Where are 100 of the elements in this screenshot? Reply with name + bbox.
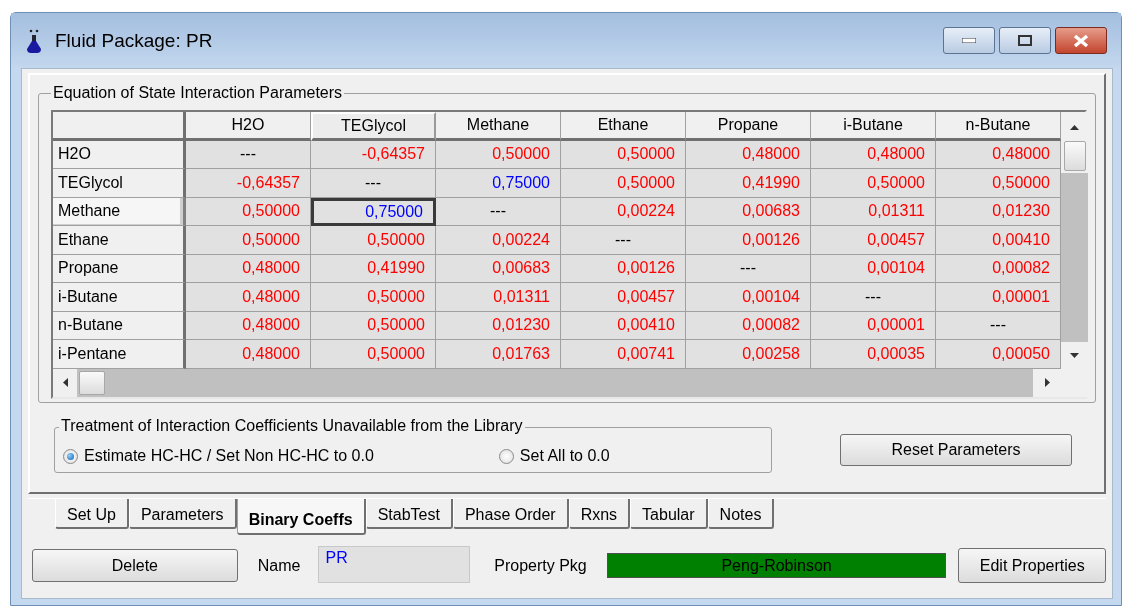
row-header[interactable]: TEGlycol — [53, 169, 186, 198]
scroll-up-icon[interactable] — [1069, 124, 1080, 131]
group-title: Treatment of Interaction Coefficients Unavailable from the Library — [59, 417, 525, 435]
table-cell[interactable]: 0,01230 — [436, 311, 561, 340]
table-cell[interactable]: 0,48000 — [186, 340, 311, 369]
row-header[interactable]: n-Butane — [53, 311, 186, 340]
column-header[interactable]: n-Butane — [936, 112, 1061, 141]
row-header[interactable]: Methane — [53, 197, 186, 226]
table-cell[interactable]: --- — [186, 140, 311, 169]
radio-label[interactable]: Estimate HC-HC / Set Non HC-HC to 0.0 — [84, 447, 374, 465]
table-cell[interactable]: 0,75000 — [311, 197, 436, 226]
table-cell[interactable]: 0,00104 — [686, 283, 811, 312]
scroll-left-icon[interactable] — [61, 377, 69, 388]
scrollbar-thumb[interactable] — [79, 370, 105, 395]
table-cell[interactable]: 0,50000 — [186, 197, 311, 226]
table-cell[interactable]: 0,01230 — [936, 197, 1061, 226]
table-cell[interactable]: --- — [561, 226, 686, 255]
tab[interactable]: StabTest — [365, 499, 453, 529]
column-header[interactable]: Propane — [686, 112, 811, 141]
row-header[interactable]: H2O — [53, 140, 186, 169]
maximize-button[interactable] — [999, 27, 1051, 54]
field-label: Name — [257, 556, 301, 575]
table-cell[interactable]: 0,00224 — [436, 226, 561, 255]
table-cell[interactable]: 0,00224 — [561, 197, 686, 226]
table-cell[interactable]: 0,00683 — [686, 197, 811, 226]
table-cell[interactable]: 0,50000 — [186, 226, 311, 255]
table-cell[interactable]: 0,75000 — [436, 169, 561, 198]
table-cell[interactable]: 0,00457 — [561, 283, 686, 312]
column-header[interactable]: TEGlycol — [311, 112, 436, 141]
table-cell[interactable]: 0,48000 — [936, 140, 1061, 169]
table-cell[interactable]: --- — [436, 197, 561, 226]
tab[interactable]: Rxns — [568, 499, 631, 529]
table-cell[interactable]: 0,48000 — [186, 254, 311, 283]
table-cell[interactable]: 0,00001 — [811, 311, 936, 340]
reset-parameters-button[interactable]: Reset Parameters — [840, 434, 1072, 466]
radio-button[interactable] — [498, 448, 514, 464]
table-cell[interactable]: --- — [811, 283, 936, 312]
table-cell[interactable]: 0,00741 — [561, 340, 686, 369]
scroll-down-icon[interactable] — [1069, 351, 1080, 359]
table-cell[interactable]: 0,50000 — [311, 283, 436, 312]
table-cell[interactable]: 0,00683 — [436, 254, 561, 283]
table-cell[interactable]: 0,50000 — [561, 140, 686, 169]
table-cell[interactable]: --- — [311, 169, 436, 198]
table-cell[interactable]: 0,41990 — [686, 169, 811, 198]
table-cell[interactable]: 0,00410 — [561, 311, 686, 340]
delete-button[interactable]: Delete — [32, 549, 238, 582]
name-field[interactable]: PR — [318, 546, 471, 583]
table-cell[interactable]: 0,50000 — [436, 140, 561, 169]
property-package-field[interactable]: Peng-Robinson — [606, 553, 947, 578]
table-cell[interactable]: 0,00082 — [686, 311, 811, 340]
radio-label[interactable]: Set All to 0.0 — [519, 447, 610, 465]
row-header[interactable]: Ethane — [53, 226, 186, 255]
table-cell[interactable]: 0,41990 — [311, 254, 436, 283]
table-cell[interactable]: 0,00001 — [936, 283, 1061, 312]
close-button[interactable] — [1055, 27, 1107, 54]
tab[interactable]: Parameters — [128, 499, 237, 529]
row-header[interactable]: Propane — [53, 254, 186, 283]
column-header[interactable]: H2O — [186, 112, 311, 141]
table-cell[interactable]: 0,00035 — [811, 340, 936, 369]
table-cell[interactable]: 0,00258 — [686, 340, 811, 369]
table-cell[interactable]: -0,64357 — [311, 140, 436, 169]
table-cell[interactable]: 0,01311 — [811, 197, 936, 226]
table-cell[interactable]: 0,50000 — [561, 169, 686, 198]
window-title: Fluid Package: PR — [55, 29, 214, 52]
table-cell[interactable]: 0,00082 — [936, 254, 1061, 283]
edit-properties-button[interactable]: Edit Properties — [958, 548, 1106, 583]
row-header[interactable]: i-Pentane — [53, 340, 186, 369]
table-cell[interactable]: 0,01311 — [436, 283, 561, 312]
tab[interactable]: Notes — [707, 499, 775, 529]
tab[interactable]: Phase Order — [452, 499, 569, 529]
table-cell[interactable]: 0,01763 — [436, 340, 561, 369]
scroll-right-icon[interactable] — [1043, 377, 1051, 388]
tab[interactable]: Binary Coeffs — [236, 499, 366, 535]
table-cell[interactable]: 0,50000 — [311, 311, 436, 340]
scrollbar-thumb[interactable] — [1063, 141, 1086, 171]
table-cell[interactable]: 0,00457 — [811, 226, 936, 255]
table-cell[interactable]: -0,64357 — [186, 169, 311, 198]
table-cell[interactable]: 0,00126 — [686, 226, 811, 255]
table-cell[interactable]: 0,50000 — [311, 340, 436, 369]
tab[interactable]: Set Up — [55, 499, 129, 529]
radio-button[interactable] — [63, 448, 78, 464]
table-cell[interactable]: 0,48000 — [686, 140, 811, 169]
table-cell[interactable]: 0,50000 — [311, 226, 436, 255]
table-cell[interactable]: 0,00104 — [811, 254, 936, 283]
table-cell[interactable]: 0,00410 — [936, 226, 1061, 255]
column-header[interactable]: Methane — [436, 112, 561, 141]
table-cell[interactable]: 0,50000 — [811, 169, 936, 198]
row-header[interactable]: i-Butane — [53, 283, 186, 312]
table-cell[interactable]: 0,48000 — [186, 283, 311, 312]
column-header[interactable]: i-Butane — [811, 112, 936, 141]
tab[interactable]: Tabular — [630, 499, 708, 529]
column-header[interactable]: Ethane — [561, 112, 686, 141]
table-cell[interactable]: --- — [936, 311, 1061, 340]
table-cell[interactable]: 0,50000 — [936, 169, 1061, 198]
minimize-button[interactable] — [943, 27, 995, 54]
table-cell[interactable]: 0,48000 — [186, 311, 311, 340]
table-cell[interactable]: 0,00126 — [561, 254, 686, 283]
table-cell[interactable]: 0,48000 — [811, 140, 936, 169]
table-cell[interactable]: --- — [686, 254, 811, 283]
table-cell[interactable]: 0,00050 — [936, 340, 1061, 369]
